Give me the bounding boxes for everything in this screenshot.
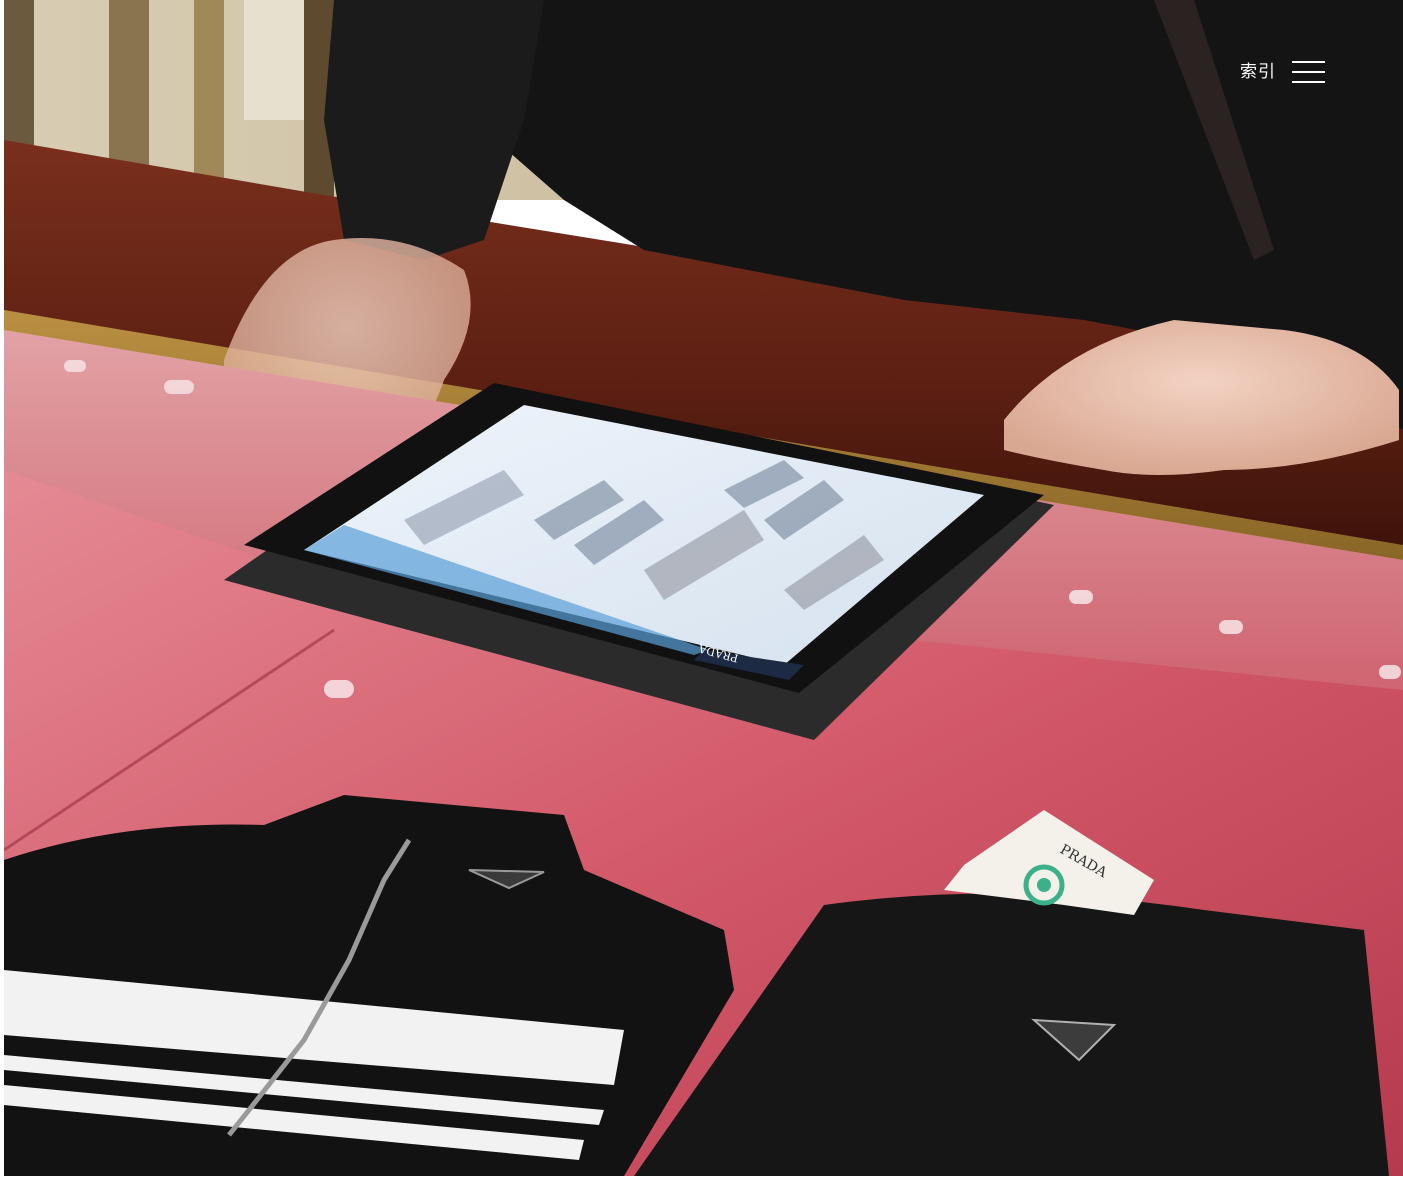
page: PRADA PRADA 索引: [0, 0, 1403, 1179]
hamburger-line-bottom: [1292, 81, 1325, 83]
hamburger-icon[interactable]: [1292, 61, 1325, 83]
hamburger-line-top: [1292, 61, 1325, 63]
menu-label: 索引: [1240, 62, 1276, 82]
store-counter-photo: PRADA PRADA: [4, 0, 1403, 1176]
hero-photo: PRADA PRADA: [4, 0, 1403, 1176]
index-menu-button[interactable]: 索引: [1240, 60, 1325, 84]
hamburger-line-middle: [1292, 71, 1325, 73]
